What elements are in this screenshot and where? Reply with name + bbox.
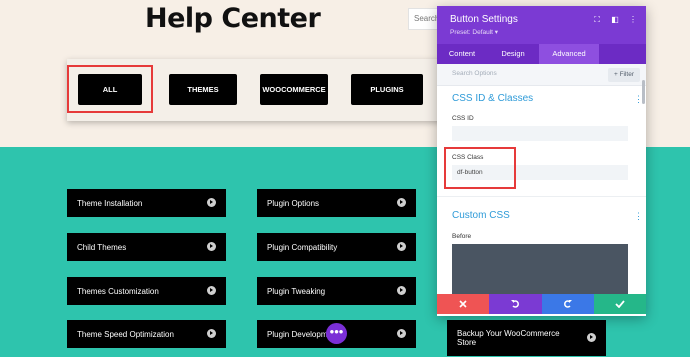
topic-themes-customization[interactable]: Themes Customization [67, 277, 226, 305]
topic-label: Plugin Tweaking [267, 286, 326, 296]
arrow-circle-icon [397, 329, 406, 338]
divider [437, 196, 646, 197]
redo-button[interactable] [541, 294, 594, 314]
preset-dropdown[interactable]: Preset: Default ▾ [450, 28, 498, 36]
arrow-circle-icon [397, 198, 406, 207]
section-css-id-classes-title[interactable]: CSS ID & Classes [452, 93, 533, 104]
more-options-button[interactable]: ••• [326, 323, 347, 344]
expand-icon[interactable]: ⛶ [592, 15, 602, 25]
panel-header: Button Settings Preset: Default ▾ ⛶ ◧ ⋮ [437, 6, 646, 44]
topic-theme-installation[interactable]: Theme Installation [67, 189, 226, 217]
topic-label: Theme Installation [77, 198, 143, 208]
section-menu-icon[interactable]: ⋮ [634, 211, 643, 222]
filter-button[interactable]: + Filter [608, 68, 640, 82]
panel-footer [437, 294, 646, 314]
save-button[interactable] [593, 294, 646, 314]
section-custom-css-title[interactable]: Custom CSS [452, 210, 510, 221]
check-icon [615, 300, 625, 308]
redo-icon [563, 300, 572, 308]
arrow-circle-icon [207, 242, 216, 251]
undo-icon [511, 300, 520, 308]
highlight-all-annotation [67, 65, 153, 113]
topic-label: Child Themes [77, 242, 127, 252]
undo-button[interactable] [489, 294, 542, 314]
arrow-circle-icon [397, 286, 406, 295]
tab-advanced[interactable]: Advanced [539, 44, 599, 64]
panel-tabs: Content Design Advanced [437, 44, 646, 64]
sidebar-toggle-icon[interactable]: ◧ [610, 15, 620, 25]
panel-scrollbar[interactable] [642, 80, 645, 104]
topic-plugin-tweaking[interactable]: Plugin Tweaking [257, 277, 416, 305]
options-search: Search Options + Filter [437, 64, 646, 86]
close-icon [459, 300, 467, 308]
tab-design[interactable]: Design [487, 44, 539, 64]
topic-label: Backup Your WooCommerce Store [457, 328, 560, 347]
topic-label: Plugin Compatibility [267, 242, 338, 252]
filter-plugins-button[interactable]: PLUGINS [351, 74, 423, 105]
topic-label: Plugin Options [267, 198, 320, 208]
topic-label: Plugin Developm [267, 329, 328, 339]
topic-label: Themes Customization [77, 286, 159, 296]
menu-dots-icon[interactable]: ⋮ [628, 15, 638, 25]
cancel-button[interactable] [437, 294, 490, 314]
page-title: Help Center [145, 3, 321, 34]
arrow-circle-icon [207, 198, 216, 207]
filter-themes-button[interactable]: THEMES [169, 74, 237, 105]
topic-backup-woocommerce[interactable]: Backup Your WooCommerce Store [447, 320, 606, 356]
section-menu-icon[interactable]: ⋮ [634, 94, 643, 105]
filter-woocommerce-button[interactable]: WOOCOMMERCE [260, 74, 328, 105]
topic-plugin-options[interactable]: Plugin Options [257, 189, 416, 217]
highlight-css-class-annotation [444, 147, 516, 189]
topic-theme-speed-optimization[interactable]: Theme Speed Optimization [67, 320, 226, 348]
panel-title: Button Settings [450, 14, 518, 25]
tab-content[interactable]: Content [437, 44, 487, 64]
arrow-circle-icon [397, 242, 406, 251]
arrow-circle-icon [207, 286, 216, 295]
before-label: Before [452, 233, 472, 240]
css-id-field[interactable] [452, 126, 628, 141]
css-id-label: CSS ID [452, 115, 474, 122]
search-options-input[interactable]: Search Options [452, 70, 497, 77]
arrow-circle-icon [587, 333, 596, 342]
topic-label: Theme Speed Optimization [77, 329, 174, 339]
topic-child-themes[interactable]: Child Themes [67, 233, 226, 261]
arrow-circle-icon [207, 329, 216, 338]
topic-plugin-compatibility[interactable]: Plugin Compatibility [257, 233, 416, 261]
